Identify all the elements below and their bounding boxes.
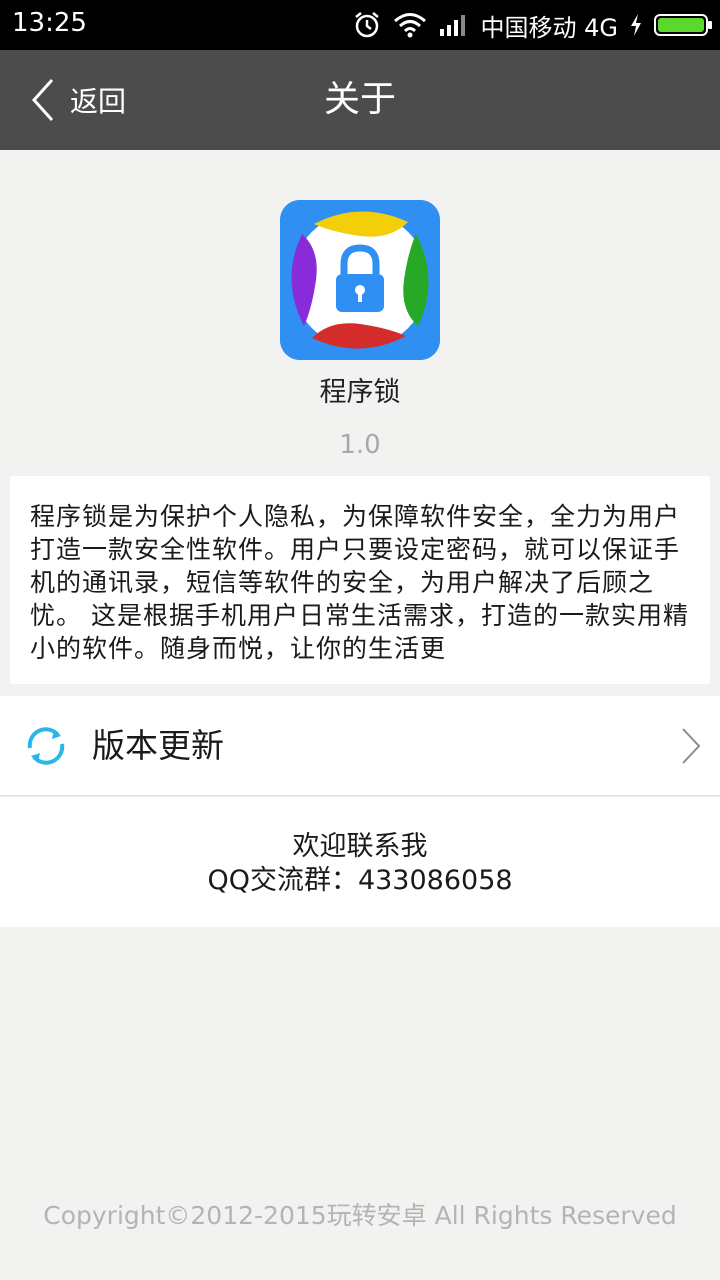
wifi-icon [393, 13, 426, 38]
copyright-text: Copyright©2012-2015玩转安卓 All Rights Reser… [43, 1201, 677, 1230]
version-update-label: 版本更新 [92, 726, 224, 765]
alarm-icon [354, 12, 379, 38]
app-version: 1.0 [339, 430, 381, 460]
back-label: 返回 [70, 85, 127, 118]
contact-section: 欢迎联系我 QQ交流群：433086058 [0, 797, 720, 927]
back-button[interactable]: 返回 [30, 50, 126, 150]
chevron-right-icon [682, 728, 701, 764]
status-indicators: 中国移动 4G [353, 8, 712, 42]
app-name: 程序锁 [319, 377, 401, 408]
version-update-row[interactable]: 版本更新 [0, 696, 720, 796]
contact-qq-group[interactable]: QQ交流群：433086058 [0, 864, 720, 898]
status-bar: 13:25 中国移动 4G [0, 0, 720, 50]
refresh-icon [27, 727, 65, 765]
signal-icon [439, 15, 465, 36]
lock-app-icon [280, 200, 440, 360]
description-card[interactable]: 程序锁是为保护个人隐私，为保障软件安全，全力为用户打造一款安全性软件。用户只要设… [10, 476, 710, 684]
carrier-label: 中国移动 4G [480, 13, 619, 42]
back-arrow-icon [31, 78, 54, 122]
charging-icon [631, 14, 641, 36]
description-text: 程序锁是为保护个人隐私，为保障软件安全，全力为用户打造一款安全性软件。用户只要设… [30, 502, 689, 663]
status-time: 13:25 [12, 8, 87, 38]
title-bar: 返回 关于 [0, 50, 720, 150]
contact-welcome: 欢迎联系我 [292, 831, 428, 862]
battery-icon [654, 14, 712, 36]
battery-level [658, 18, 704, 32]
